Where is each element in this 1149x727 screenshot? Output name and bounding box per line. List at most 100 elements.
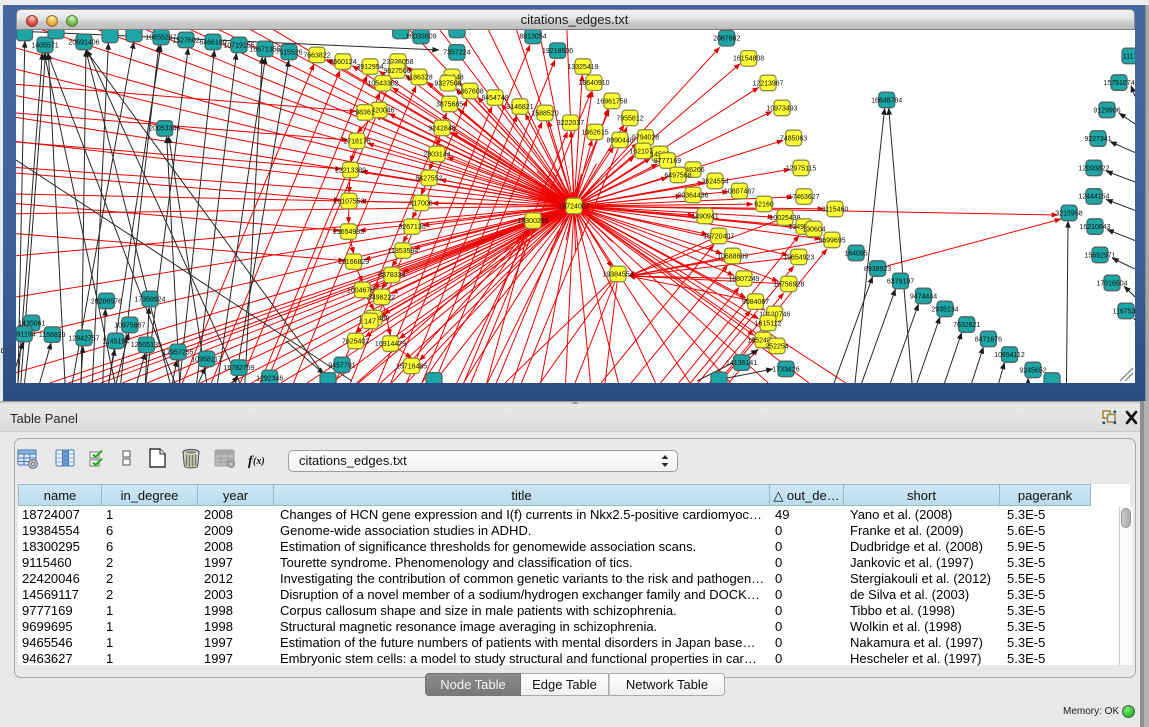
svg-text:13325419: 13325419	[567, 64, 598, 71]
svg-text:20364436: 20364436	[677, 192, 708, 199]
svg-text:18640910: 18640910	[578, 80, 609, 87]
svg-text:8186328: 8186328	[405, 74, 432, 81]
svg-text:7625402: 7625402	[342, 338, 369, 345]
svg-text:1362615: 1362615	[581, 129, 608, 136]
svg-text:252254: 252254	[765, 343, 788, 350]
svg-text:2087682: 2087682	[713, 36, 740, 43]
svg-text:1292346: 1292346	[256, 375, 283, 382]
svg-text:9794028: 9794028	[632, 135, 659, 142]
svg-text:9327508: 9327508	[434, 81, 461, 88]
svg-text:7357224: 7357224	[443, 50, 470, 57]
svg-text:10543362: 10543362	[367, 81, 398, 88]
svg-text:6497568: 6497568	[664, 172, 691, 179]
svg-text:16782759: 16782759	[223, 365, 254, 372]
svg-text:8471676: 8471676	[975, 336, 1002, 343]
svg-text:10958117: 10958117	[191, 356, 222, 363]
svg-text:2935134: 2935134	[931, 306, 958, 313]
svg-text:10807487: 10807487	[724, 188, 755, 195]
svg-text:2718176: 2718176	[343, 138, 370, 145]
svg-text:18300295: 18300295	[517, 218, 548, 225]
svg-text:3215958: 3215958	[1055, 210, 1082, 217]
svg-text:9084067: 9084067	[742, 299, 769, 306]
svg-text:3267130: 3267130	[398, 224, 425, 231]
svg-text:7632621: 7632621	[953, 322, 980, 329]
svg-text:10973493: 10973493	[766, 105, 797, 112]
svg-text:19654923: 19654923	[783, 254, 814, 261]
svg-text:15716485: 15716485	[396, 363, 427, 370]
svg-text:1527602: 1527602	[172, 37, 199, 44]
svg-text:12975115: 12975115	[786, 165, 817, 172]
svg-text:9699695: 9699695	[818, 237, 845, 244]
svg-text:20206576: 20206576	[91, 298, 122, 305]
svg-text:19218506: 19218506	[542, 48, 573, 55]
svg-text:18724007: 18724007	[558, 203, 589, 210]
svg-text:8427552: 8427552	[415, 175, 442, 182]
svg-text:16648784: 16648784	[871, 97, 902, 104]
svg-text:10975887: 10975887	[114, 322, 145, 329]
svg-text:7515526: 7515526	[275, 49, 302, 56]
svg-text:10654112: 10654112	[994, 352, 1025, 359]
svg-text:17359924: 17359924	[134, 296, 165, 303]
svg-text:1615112: 1615112	[755, 320, 782, 327]
svg-text:1405571: 1405571	[31, 42, 58, 49]
svg-text:9146821: 9146821	[506, 104, 533, 111]
svg-text:9457791: 9457791	[328, 362, 355, 369]
svg-text:9129906: 9129906	[1093, 107, 1120, 114]
svg-text:12942757: 12942757	[68, 335, 99, 342]
svg-text:14136141: 14136141	[726, 360, 757, 367]
svg-text:2803144: 2803144	[423, 151, 450, 158]
svg-text:12093822: 12093822	[1078, 165, 1109, 172]
svg-text:3875685: 3875685	[436, 101, 463, 108]
svg-text:391194: 391194	[16, 331, 36, 338]
svg-text:19166829: 19166829	[338, 259, 369, 266]
svg-text:9474444: 9474444	[910, 293, 937, 300]
svg-text:20053346: 20053346	[149, 126, 180, 133]
svg-text:12444154: 12444154	[1078, 194, 1109, 201]
svg-text:1156829: 1156829	[39, 332, 66, 339]
svg-text:17463627: 17463627	[788, 194, 819, 201]
svg-text:9115460: 9115460	[822, 206, 849, 213]
svg-text:20691406: 20691406	[68, 39, 99, 46]
svg-text:8990448: 8990448	[606, 137, 633, 144]
svg-text:8813054: 8813054	[519, 33, 546, 40]
svg-text:7663822: 7663822	[303, 52, 330, 59]
svg-text:6379197: 6379197	[887, 278, 914, 285]
svg-text:9242848: 9242848	[428, 125, 455, 132]
svg-text:1117: 1117	[1123, 53, 1135, 60]
svg-text:1588520: 1588520	[531, 110, 558, 117]
svg-text:8660124: 8660124	[329, 59, 356, 66]
svg-text:11353594: 11353594	[388, 248, 419, 255]
svg-text:1733426: 1733426	[772, 366, 799, 373]
svg-text:8938923: 8938923	[864, 266, 891, 273]
svg-text:19654983: 19654983	[333, 229, 364, 236]
svg-text:16914479: 16914479	[375, 341, 406, 348]
svg-text:9227341: 9227341	[1084, 136, 1111, 143]
svg-text:130604: 130604	[802, 226, 825, 233]
svg-text:12213967: 12213967	[752, 80, 783, 87]
svg-text:16961758: 16961758	[596, 98, 627, 105]
svg-text:164095: 164095	[844, 250, 867, 257]
svg-text:1167533: 1167533	[1113, 308, 1135, 315]
svg-text:17957255: 17957255	[162, 349, 193, 356]
svg-text:9777169: 9777169	[654, 158, 681, 165]
svg-text:15692971: 15692971	[1084, 252, 1115, 259]
svg-text:62160: 62160	[754, 201, 774, 208]
svg-text:1490941: 1490941	[691, 213, 718, 220]
svg-text:417006: 417006	[409, 200, 432, 207]
svg-text:3624554: 3624554	[701, 178, 728, 185]
svg-text:10688609: 10688609	[717, 253, 748, 260]
svg-text:2367608: 2367608	[456, 88, 483, 95]
svg-text:8878334: 8878334	[378, 272, 405, 279]
svg-text:15720407: 15720407	[703, 233, 734, 240]
svg-text:147: 147	[364, 318, 376, 325]
svg-text:98361: 98361	[355, 110, 375, 117]
svg-text:17016504: 17016504	[1096, 280, 1127, 287]
svg-text:12213389: 12213389	[335, 167, 366, 174]
svg-text:19384554: 19384554	[602, 271, 633, 278]
svg-text:3222037: 3222037	[557, 120, 584, 127]
svg-text:3498222: 3498222	[368, 294, 395, 301]
svg-text:(x): (x)	[253, 456, 265, 467]
svg-text:19756928: 19756928	[773, 281, 804, 288]
svg-text:16033809: 16033809	[405, 33, 436, 40]
svg-text:7485063: 7485063	[780, 135, 807, 142]
